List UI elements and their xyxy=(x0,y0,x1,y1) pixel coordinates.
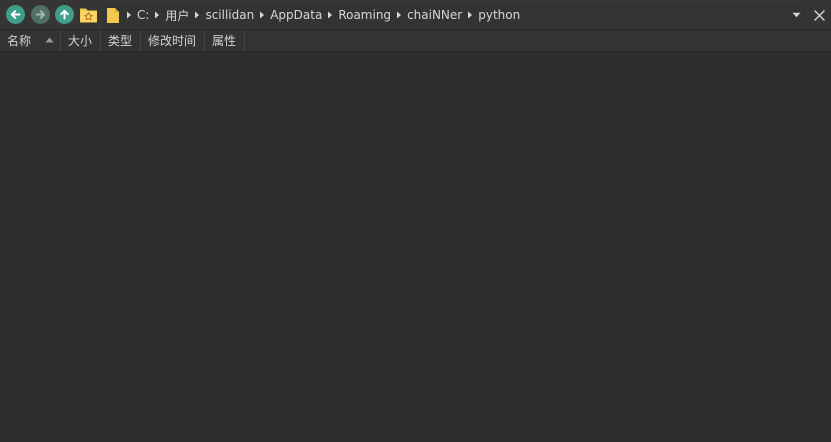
breadcrumb-python[interactable]: python xyxy=(477,8,521,22)
file-browser-window: C: 用户 scillidan AppData Roaming chaiNNer… xyxy=(0,0,831,442)
column-modified-label: 修改时间 xyxy=(148,34,197,48)
breadcrumb-roaming[interactable]: Roaming xyxy=(337,8,392,22)
column-header: 名称 大小 类型 修改时间 属性 xyxy=(0,30,831,52)
chevron-right-icon[interactable] xyxy=(392,11,406,19)
chevron-right-icon[interactable] xyxy=(255,11,269,19)
breadcrumb-users[interactable]: 用户 xyxy=(164,7,190,24)
column-type-label: 类型 xyxy=(108,34,133,48)
chevron-right-icon[interactable] xyxy=(190,11,204,19)
chevron-right-icon[interactable] xyxy=(463,11,477,19)
arrow-right-icon xyxy=(35,10,46,19)
close-button[interactable] xyxy=(809,5,829,25)
breadcrumb-drive[interactable]: C: xyxy=(136,8,150,22)
column-size[interactable]: 大小 xyxy=(61,30,101,51)
column-modified[interactable]: 修改时间 xyxy=(141,30,205,51)
navigation-bar: C: 用户 scillidan AppData Roaming chaiNNer… xyxy=(0,0,831,30)
column-size-label: 大小 xyxy=(68,34,93,48)
folder-icon xyxy=(104,5,122,25)
address-bar[interactable]: C: 用户 scillidan AppData Roaming chaiNNer… xyxy=(102,4,806,26)
back-button[interactable] xyxy=(6,5,25,24)
chevron-down-icon xyxy=(792,12,800,18)
column-attributes-label: 属性 xyxy=(212,34,237,48)
breadcrumb-user[interactable]: scillidan xyxy=(204,8,255,22)
arrow-up-icon xyxy=(60,9,69,20)
favorites-button[interactable] xyxy=(78,4,98,24)
forward-button[interactable] xyxy=(31,5,50,24)
column-attributes[interactable]: 属性 xyxy=(205,30,245,51)
chevron-right-icon[interactable] xyxy=(323,11,337,19)
arrow-left-icon xyxy=(10,10,21,19)
chevron-right-icon[interactable] xyxy=(122,11,136,19)
column-type[interactable]: 类型 xyxy=(101,30,141,51)
breadcrumb-appdata[interactable]: AppData xyxy=(269,8,323,22)
column-name[interactable]: 名称 xyxy=(0,30,61,51)
close-icon xyxy=(813,9,825,21)
sort-ascending-icon xyxy=(45,37,54,43)
up-button[interactable] xyxy=(55,5,74,24)
chevron-right-icon[interactable] xyxy=(150,11,164,19)
breadcrumb-chainner[interactable]: chaiNNer xyxy=(406,8,463,22)
column-name-label: 名称 xyxy=(7,34,32,48)
address-history-dropdown[interactable] xyxy=(788,7,804,23)
star-folder-icon xyxy=(79,8,97,22)
file-list[interactable] xyxy=(0,52,831,442)
